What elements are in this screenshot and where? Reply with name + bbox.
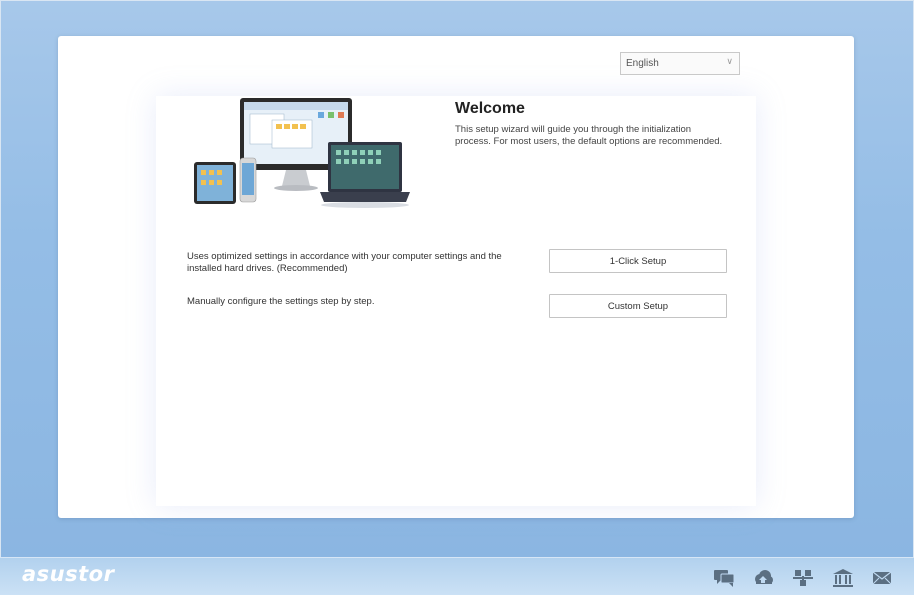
welcome-description: This setup wizard will guide you through… bbox=[455, 124, 723, 147]
language-select[interactable]: English ∨ bbox=[620, 52, 740, 75]
asustor-logo: asustor bbox=[22, 562, 115, 586]
setup-wizard-card: English ∨ Welcome This setup wizard will… bbox=[58, 36, 854, 518]
building-icon[interactable] bbox=[832, 568, 854, 588]
network-icon[interactable] bbox=[792, 568, 814, 588]
chat-icon[interactable] bbox=[713, 568, 735, 588]
footer-bar: asustor bbox=[0, 557, 914, 595]
one-click-setup-button[interactable]: 1-Click Setup bbox=[549, 249, 727, 273]
one-click-setup-description: Uses optimized settings in accordance wi… bbox=[187, 251, 502, 274]
custom-setup-button[interactable]: Custom Setup bbox=[549, 294, 727, 318]
language-select-value: English bbox=[626, 58, 659, 69]
mail-icon[interactable] bbox=[871, 568, 893, 588]
cloud-icon[interactable] bbox=[752, 568, 774, 588]
custom-setup-description: Manually configure the settings step by … bbox=[187, 296, 375, 307]
chevron-down-icon: ∨ bbox=[726, 56, 733, 66]
welcome-title: Welcome bbox=[455, 100, 525, 117]
devices-illustration bbox=[194, 98, 410, 208]
